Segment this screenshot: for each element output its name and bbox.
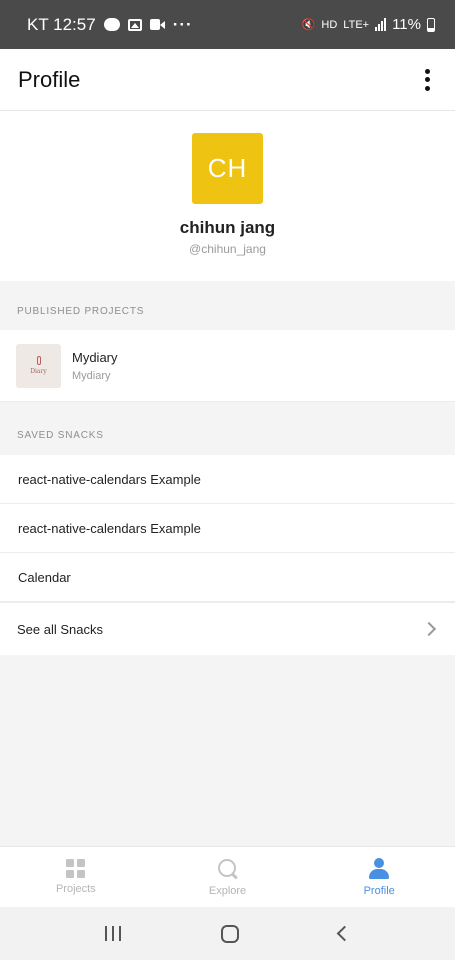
- snack-item[interactable]: Calendar: [0, 553, 455, 602]
- video-notification-icon: [149, 19, 165, 30]
- status-bar: KT 12:57 ··· 🔇 HD LTE+ 11%: [0, 0, 455, 49]
- snack-item[interactable]: react-native-calendars Example: [0, 504, 455, 553]
- see-all-label: See all Snacks: [17, 621, 103, 637]
- person-icon: [368, 857, 390, 880]
- mute-icon: 🔇: [301, 19, 316, 31]
- signal-icon: [375, 18, 387, 31]
- more-options-icon[interactable]: [417, 67, 437, 93]
- recents-icon[interactable]: [105, 926, 121, 941]
- battery-icon: [427, 17, 435, 32]
- page-title: Profile: [18, 66, 81, 92]
- tab-label: Profile: [363, 884, 395, 897]
- project-thumbnail: Diary: [16, 343, 61, 388]
- hd-icon: HD: [321, 18, 338, 31]
- grid-icon: [66, 859, 86, 878]
- profile-card: CH chihun jang @chihun_jang: [0, 111, 455, 281]
- app-header: Profile: [0, 49, 455, 111]
- saved-snacks-heading: SAVED SNACKS: [17, 430, 104, 441]
- more-notifications-icon: ···: [172, 14, 193, 34]
- search-icon: [217, 858, 239, 880]
- tab-label: Explore: [208, 884, 247, 897]
- project-name: Mydiary: [72, 349, 118, 365]
- snack-item[interactable]: react-native-calendars Example: [0, 455, 455, 504]
- avatar: CH: [192, 133, 263, 204]
- tab-profile[interactable]: Profile: [303, 847, 455, 907]
- project-row[interactable]: Diary Mydiary Mydiary: [0, 330, 455, 402]
- published-projects-heading: PUBLISHED PROJECTS: [17, 306, 145, 317]
- tab-explore[interactable]: Explore: [152, 847, 304, 907]
- chevron-right-icon: [421, 621, 437, 637]
- see-all-snacks-button[interactable]: See all Snacks: [0, 602, 455, 655]
- chat-notification-icon: [103, 18, 120, 31]
- back-icon[interactable]: [336, 925, 353, 942]
- system-nav-bar: [0, 907, 455, 960]
- tab-projects[interactable]: Projects: [0, 847, 152, 907]
- project-slug: Mydiary: [72, 369, 111, 382]
- thumbnail-label: Diary: [30, 368, 47, 375]
- username: @chihun_jang: [189, 242, 266, 256]
- battery-percent: 11%: [392, 16, 421, 33]
- image-notification-icon: [127, 18, 142, 31]
- saved-snacks-list: react-native-calendars Example react-nat…: [0, 455, 455, 655]
- tab-label: Projects: [55, 883, 96, 895]
- display-name: chihun jang: [179, 218, 276, 237]
- pen-icon: [36, 356, 41, 365]
- carrier-time: KT 12:57: [27, 14, 96, 34]
- published-projects-list: Diary Mydiary Mydiary: [0, 330, 455, 402]
- home-icon[interactable]: [221, 924, 239, 943]
- lte-icon: LTE+: [343, 18, 370, 31]
- bottom-tab-bar: Projects Explore Profile: [0, 846, 455, 907]
